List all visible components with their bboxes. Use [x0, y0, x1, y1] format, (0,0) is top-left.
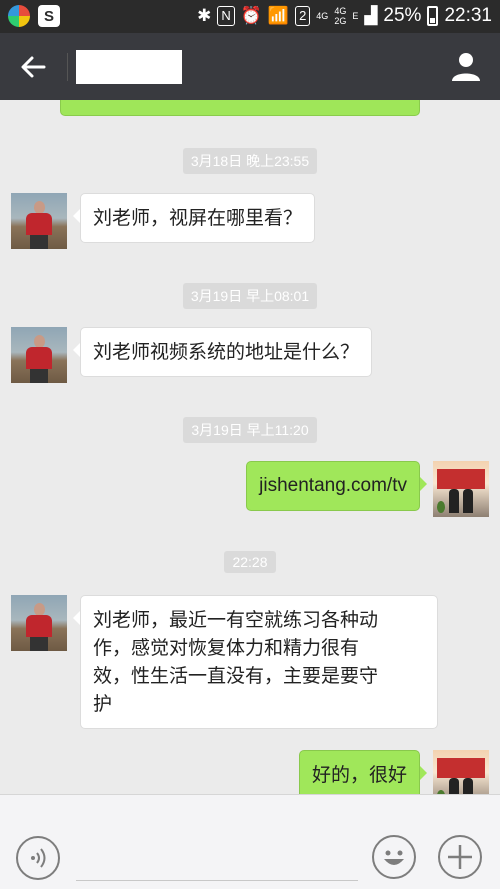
chat-info-button[interactable] — [448, 49, 484, 85]
nfc-icon: N — [217, 6, 235, 26]
timestamp: 22:28 — [0, 551, 500, 573]
message-line: 护 — [93, 693, 113, 715]
voice-button[interactable] — [16, 836, 60, 880]
clock: 22:31 — [444, 5, 492, 26]
status-bar: S ✱ N ⏰ 📶 2 4G 4G 2G E ▟ 25% 22:31 — [0, 0, 500, 33]
incoming-message[interactable]: 刘老师，视屏在哪里看？ — [72, 193, 316, 243]
emoji-button[interactable] — [372, 835, 416, 879]
message-line: 作，感觉对恢复体力和精力很有 — [93, 637, 360, 659]
my-avatar[interactable] — [433, 461, 489, 517]
chat-header — [0, 33, 500, 100]
incoming-message[interactable]: 刘老师，最近一有空就练习各种动 作，感觉对恢复体力和精力很有 效，性生活一直没有… — [73, 595, 438, 729]
battery-percent: 25% — [383, 5, 422, 26]
voice-icon — [31, 848, 46, 868]
bluetooth-icon: ✱ — [197, 6, 212, 25]
message-line: 刘老师，最近一有空就练习各种动 — [93, 609, 379, 631]
message-input[interactable] — [76, 849, 358, 881]
user-icon — [452, 53, 480, 81]
network-type: 4G — [316, 11, 329, 21]
more-button[interactable] — [438, 835, 482, 879]
contact-avatar[interactable] — [11, 193, 67, 249]
sim-badge: 2 — [295, 6, 311, 26]
battery-icon — [427, 6, 439, 26]
app-notification-icon — [8, 5, 30, 27]
s-app-notification-icon: S — [38, 5, 60, 27]
network-type-2: 4G 2G — [334, 6, 347, 26]
contact-avatar[interactable] — [11, 327, 67, 383]
timestamp: 3月19日 早上08:01 — [0, 283, 500, 309]
contact-name-redacted — [76, 50, 182, 84]
back-arrow-icon — [21, 56, 46, 78]
back-button[interactable] — [16, 49, 52, 85]
alarm-icon: ⏰ — [240, 6, 262, 25]
my-avatar[interactable] — [433, 750, 489, 794]
previous-message-bubble — [60, 100, 420, 116]
data-indicator: E — [352, 11, 359, 21]
header-divider — [67, 53, 68, 81]
plus-icon — [448, 845, 472, 869]
message-line: 效，性生活一直没有，主要是要守 — [93, 665, 379, 687]
contact-avatar[interactable] — [11, 595, 67, 651]
wifi-icon: 📶 — [267, 6, 290, 25]
timestamp: 3月18日 晚上23:55 — [0, 148, 500, 174]
timestamp: 3月19日 早上11:20 — [0, 417, 500, 443]
input-bar — [0, 794, 500, 889]
incoming-message[interactable]: 刘老师视频系统的地址是什么？ — [72, 327, 373, 377]
outgoing-message[interactable]: jishentang.com/tv — [246, 461, 427, 511]
signal-icon: ▟ — [364, 6, 378, 25]
message-list[interactable]: 3月18日 晚上23:55 刘老师，视屏在哪里看？ 3月19日 早上08:01 … — [0, 100, 500, 794]
emoji-icon — [384, 850, 404, 865]
outgoing-message[interactable]: 好的，很好 — [298, 750, 428, 794]
